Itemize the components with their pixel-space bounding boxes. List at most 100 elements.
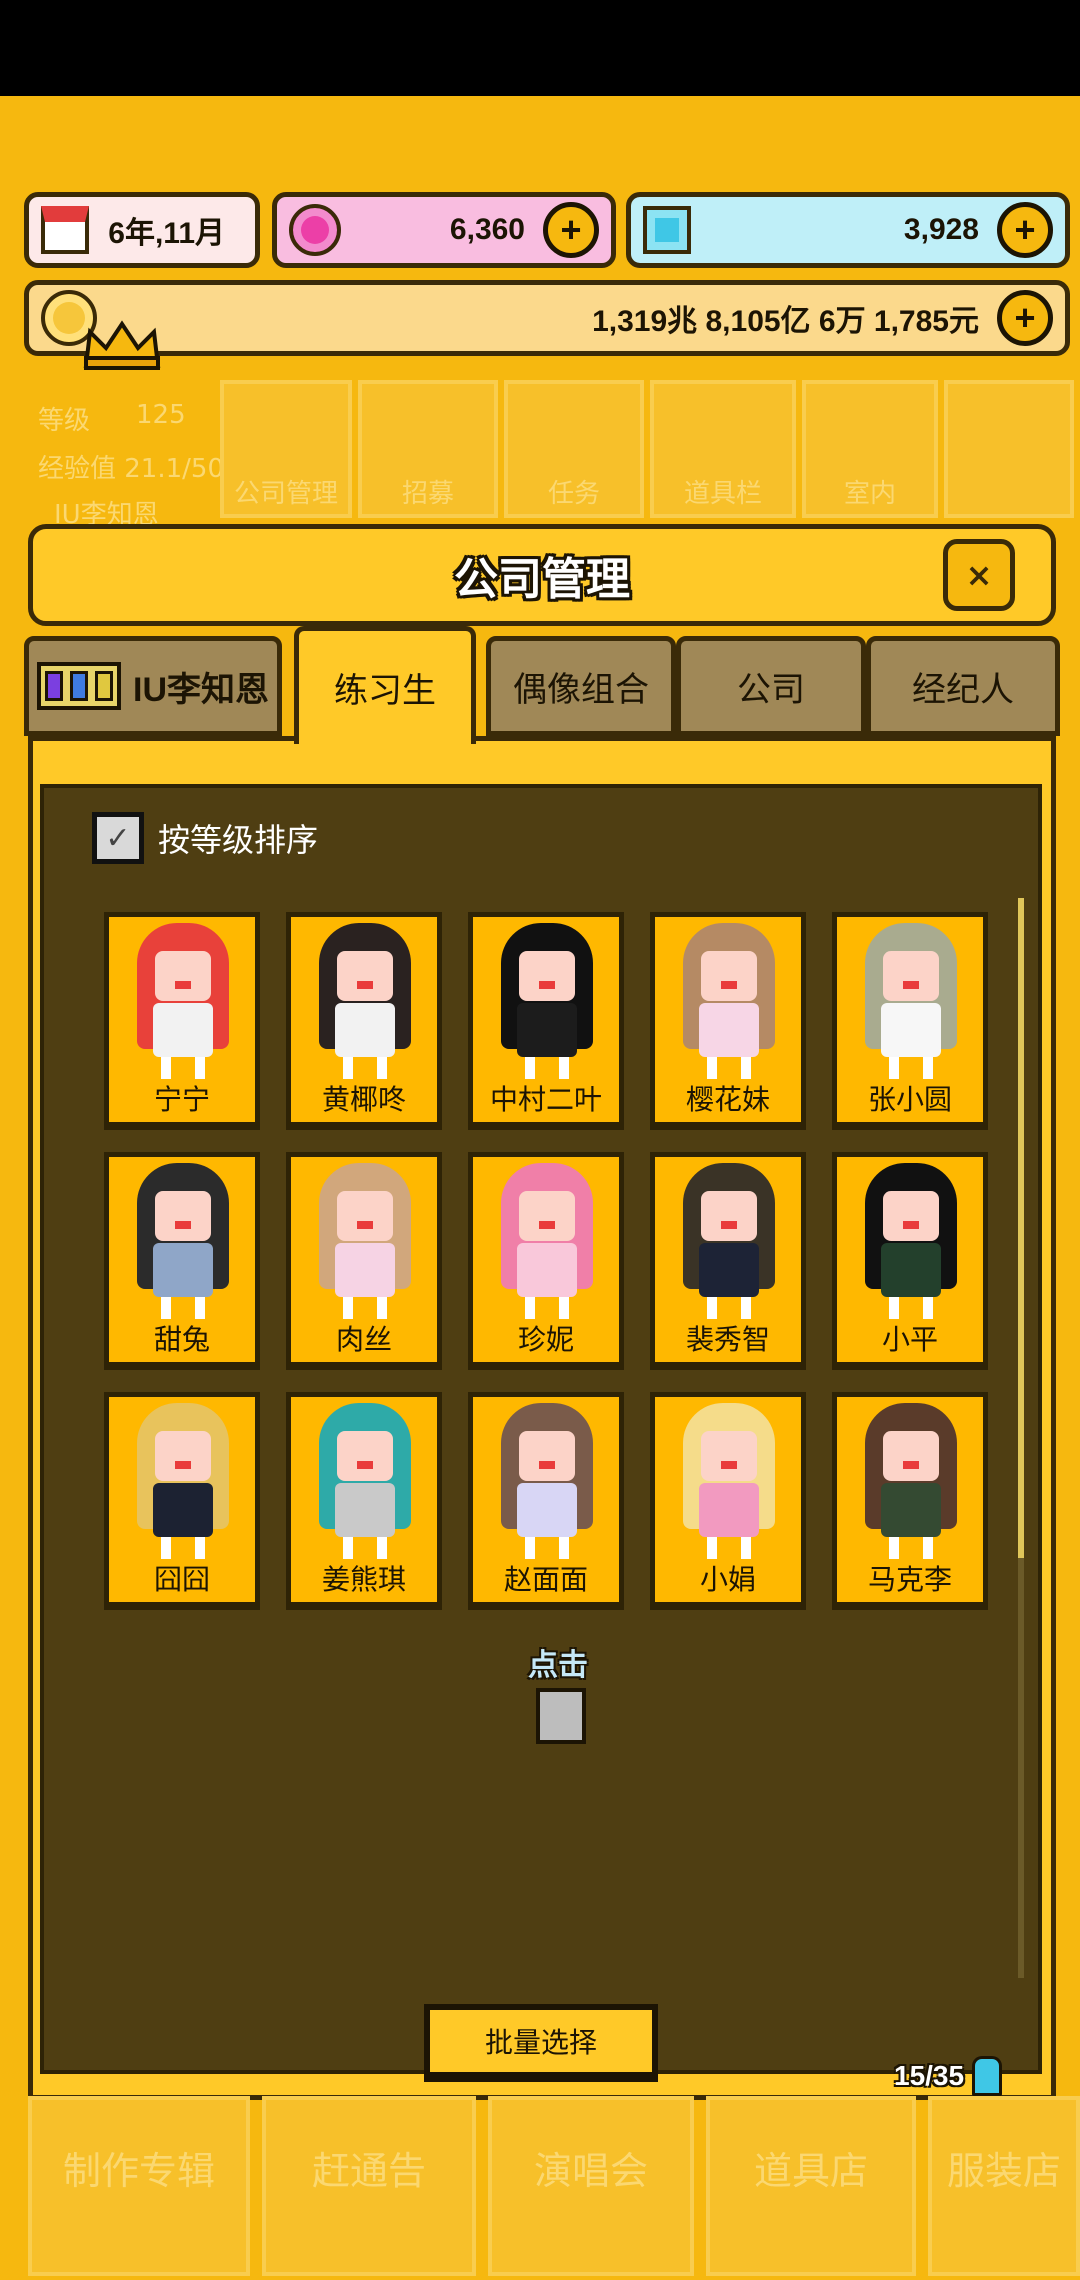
tab-profile-label: IU李知恩 [133,670,269,709]
add-money-button[interactable]: + [997,290,1053,346]
add-pink-gem-button[interactable]: + [543,202,599,258]
pink-gem-bar: 6,360 + [272,192,616,268]
scrollbar[interactable] [1018,898,1024,1978]
trainee-avatar [673,923,785,1083]
money-bar: 1,319兆 8,105亿 6万 1,785元 + [24,280,1070,356]
trainee-avatar [309,1163,421,1323]
nav-make-album: 制作专辑 [28,2096,250,2276]
scrollbar-thumb[interactable] [1018,898,1024,1558]
batch-select-button[interactable]: 批量选择 [424,2004,658,2082]
tap-hint-icon [536,1688,586,1744]
date-display: 6年,11月 [24,192,260,268]
trainee-card[interactable]: 小娟 [650,1392,806,1610]
sort-label: 按等级排序 [158,821,319,859]
blue-gem-bar: 3,928 + [626,192,1070,268]
group-badge-icon [37,662,121,710]
blue-gem-icon [643,206,691,254]
tab-manager[interactable]: 经纪人 [866,636,1060,736]
trainee-name: 甜兔 [153,1323,210,1356]
trainee-name: 肉丝 [335,1323,392,1356]
trainee-avatar [491,923,603,1083]
trainee-avatar [491,1403,603,1563]
date-value: 6年,11月 [108,217,225,250]
trainee-avatar [855,1163,967,1323]
menu-label: 任务 [547,479,600,509]
trainee-card[interactable]: 赵面面 [468,1392,624,1610]
menu-company-manage: 公司管理 [220,380,352,518]
tab-company-label: 公司 [737,669,805,710]
modal-tabs: IU李知恩 练习生 偶像组合 公司 经纪人 [24,626,1060,744]
pink-gem-value: 6,360 [449,213,525,246]
trainee-avatar [309,923,421,1083]
trainee-name: 小平 [881,1323,938,1356]
trainee-name: 中村二叶 [489,1083,602,1116]
trainee-avatar [491,1163,603,1323]
trainee-card[interactable]: 肉丝 [286,1152,442,1370]
trainee-name: 小娟 [699,1563,756,1596]
menu-interior: 室内 [802,380,938,518]
trainee-card[interactable]: 樱花妹 [650,912,806,1130]
trainee-avatar [673,1403,785,1563]
tab-manager-label: 经纪人 [912,669,1014,710]
nav-item-shop: 道具店 [706,2096,916,2276]
tap-hint-label: 点击 [528,1648,588,1683]
trainee-card[interactable]: 宁宁 [104,912,260,1130]
trainee-name: 囧囧 [153,1563,210,1596]
blue-gem-value: 3,928 [903,213,979,246]
nav-label: 制作专辑 [62,2149,215,2193]
trainee-card[interactable]: 小平 [832,1152,988,1370]
tab-trainee[interactable]: 练习生 [294,626,476,744]
trainee-name: 马克李 [867,1563,952,1596]
pink-gem-icon [289,204,341,256]
trainee-name: 赵面面 [503,1563,588,1596]
trainee-name: 黄椰咚 [321,1083,406,1116]
trainee-card[interactable]: 黄椰咚 [286,912,442,1130]
trainee-avatar [855,923,967,1083]
nav-concert: 演唱会 [488,2096,694,2276]
menu-label: 道具栏 [683,479,762,509]
close-button[interactable]: × [943,539,1015,611]
trainee-card[interactable]: 马克李 [832,1392,988,1610]
nav-label: 服装店 [946,2149,1061,2193]
nav-label: 赶通告 [311,2149,426,2193]
menu-label: 招募 [401,479,454,509]
add-blue-gem-button[interactable]: + [997,202,1053,258]
trainee-card[interactable]: 张小圆 [832,912,988,1130]
trainee-panel: ✓ 按等级排序 宁宁 黄椰咚 中村二叶 樱花妹 张小圆甜兔 肉丝 珍妮 裴秀智 小平囧囧 姜熊琪 赵… [40,784,1042,2074]
menu-mail [944,380,1074,518]
level-value: 125 [136,400,186,430]
menu-label: 室内 [843,479,896,509]
trainee-name: 张小圆 [867,1083,952,1116]
calendar-icon [41,206,89,254]
sort-by-level-toggle[interactable]: ✓ 按等级排序 [92,812,318,864]
menu-recruit: 招募 [358,380,498,518]
trainee-card[interactable]: 囧囧 [104,1392,260,1610]
trainee-card[interactable]: 珍妮 [468,1152,624,1370]
status-bar [0,0,1080,96]
trainee-card[interactable]: 甜兔 [104,1152,260,1370]
trainee-avatar [127,1403,239,1563]
menu-tasks: 任务 [504,380,644,518]
trainee-card[interactable]: 裴秀智 [650,1152,806,1370]
exp-label: 经验值 21.1/50 [38,454,224,484]
trainee-avatar [309,1403,421,1563]
checkbox-icon[interactable]: ✓ [92,812,144,864]
nav-label: 道具店 [753,2149,868,2193]
modal-title: 公司管理 [454,554,630,605]
trainee-card[interactable]: 中村二叶 [468,912,624,1130]
trainee-card[interactable]: 姜熊琪 [286,1392,442,1610]
trainee-name: 裴秀智 [685,1323,770,1356]
bottom-nav: 制作专辑 赶通告 演唱会 道具店 服装店 [0,2096,1080,2280]
trainee-name: 姜熊琪 [321,1563,406,1596]
trainee-count: 15/35 [894,2056,1003,2096]
tab-idol-group[interactable]: 偶像组合 [486,636,676,736]
tab-company[interactable]: 公司 [676,636,866,736]
trainee-name: 樱花妹 [685,1083,770,1116]
modal-header: 公司管理 × [28,524,1056,626]
tab-profile[interactable]: IU李知恩 [24,636,282,736]
menu-label: 公司管理 [233,479,338,509]
tab-trainee-label: 练习生 [334,671,436,711]
background-menu: 等级 125 经验值 21.1/50 IU李知恩 公司管理 招募 任务 道具栏 … [14,380,1080,530]
trainee-count-value: 15/35 [894,2060,965,2091]
trainee-name: 宁宁 [153,1083,210,1116]
